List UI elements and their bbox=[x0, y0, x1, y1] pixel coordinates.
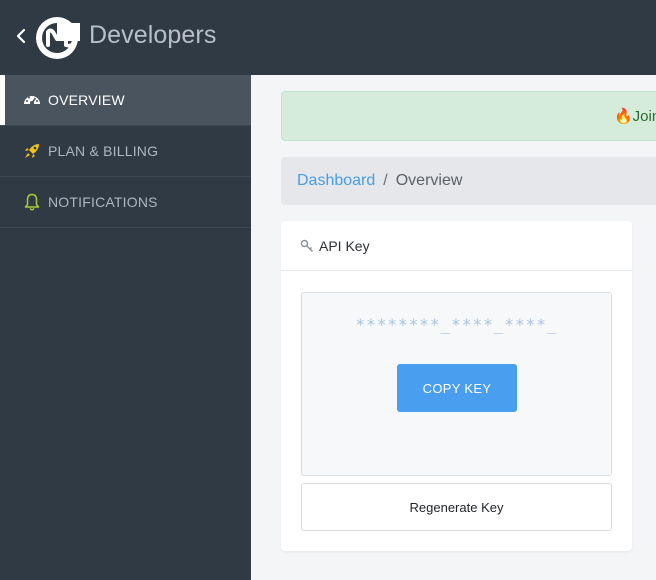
card-header: API Key bbox=[281, 221, 632, 271]
sidebar-item-label: PLAN & BILLING bbox=[48, 143, 159, 159]
sidebar-item-label: OVERVIEW bbox=[48, 92, 125, 108]
api-key-card: API Key ********_****_****_ **** **** CO… bbox=[281, 221, 632, 551]
card-title: API Key bbox=[319, 237, 370, 254]
coinmarketcap-logo-icon[interactable] bbox=[34, 15, 80, 61]
regenerate-key-button[interactable]: Regenerate Key bbox=[301, 483, 612, 531]
breadcrumb-separator: / bbox=[383, 172, 388, 189]
sidebar-item-notifications[interactable]: NOTIFICATIONS bbox=[0, 177, 251, 228]
breadcrumb: Dashboard / Overview bbox=[281, 157, 656, 205]
top-header: Developers bbox=[0, 0, 656, 75]
alert-text: 🔥Join bbox=[614, 108, 656, 125]
sidebar-item-plan-billing[interactable]: PLAN & BILLING bbox=[0, 126, 251, 177]
copy-key-button[interactable]: COPY KEY bbox=[397, 364, 517, 412]
sidebar: OVERVIEW PLAN & BILLING NOTIFICATIONS bbox=[0, 75, 251, 580]
sidebar-item-overview[interactable]: OVERVIEW bbox=[0, 75, 251, 126]
main-content: 🔥Join Dashboard / Overview API Key *****… bbox=[251, 75, 656, 580]
key-icon bbox=[300, 239, 313, 252]
rocket-icon bbox=[25, 144, 39, 158]
breadcrumb-current: Overview bbox=[395, 172, 463, 189]
brand-title: Developers bbox=[89, 21, 217, 49]
breadcrumb-link-dashboard[interactable]: Dashboard bbox=[297, 172, 375, 190]
announcement-alert[interactable]: 🔥Join bbox=[281, 91, 656, 141]
api-key-display: ********_****_****_ **** **** COPY KEY bbox=[301, 292, 612, 476]
api-key-masked-line: ********_****_****_ bbox=[355, 315, 558, 334]
chevron-left-icon[interactable] bbox=[14, 26, 28, 46]
sidebar-item-label: NOTIFICATIONS bbox=[48, 194, 158, 210]
bell-icon bbox=[24, 193, 40, 211]
dashboard-gauge-icon bbox=[24, 96, 40, 105]
